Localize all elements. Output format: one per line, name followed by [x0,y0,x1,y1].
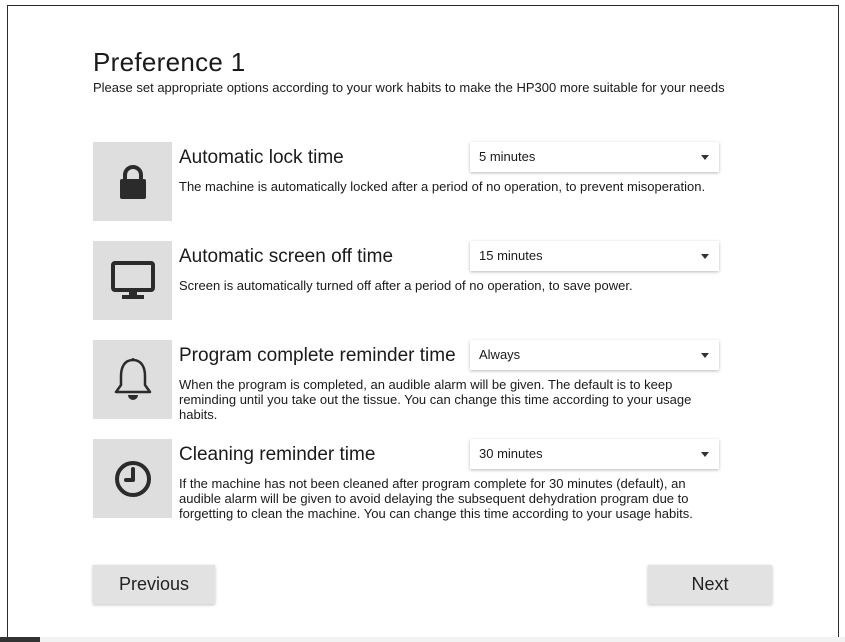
caret-down-icon [701,254,709,259]
clock-icon [113,459,153,499]
cleaning-reminder-time-select[interactable]: 30 minutes [470,439,719,469]
setting-title: Automatic screen off time [179,246,394,267]
setting-title: Cleaning reminder time [179,444,376,465]
page-subtitle: Please set appropriate options according… [93,80,725,95]
next-button[interactable]: Next [648,565,772,604]
setting-icon-box [93,340,172,419]
setting-title: Program complete reminder time [179,345,456,366]
select-value: 30 minutes [479,446,543,461]
bottom-taskbar-strip [0,637,845,642]
setting-description: Screen is automatically turned off after… [179,278,633,293]
caret-down-icon [701,452,709,457]
setting-icon-box [93,439,172,518]
previous-button[interactable]: Previous [93,565,215,604]
setting-icon-box [93,241,172,320]
select-value: Always [479,347,521,362]
program-complete-reminder-time-select[interactable]: Always [470,340,719,370]
setting-description: If the machine has not been cleaned afte… [179,476,693,521]
caret-down-icon [701,155,709,160]
setting-icon-box [93,142,172,221]
app-window [7,5,839,642]
automatic-lock-time-select[interactable]: 5 minutes [470,142,719,172]
select-value: 15 minutes [479,248,543,263]
select-value: 5 minutes [479,149,536,164]
lock-icon [118,164,148,200]
automatic-screen-off-time-select[interactable]: 15 minutes [470,241,719,271]
setting-description: When the program is completed, an audibl… [179,377,692,422]
setting-description: The machine is automatically locked afte… [179,179,706,194]
taskbar-edge [0,637,40,642]
setting-title: Automatic lock time [179,147,344,168]
bell-icon [112,357,154,403]
page-title: Preference 1 [93,47,246,77]
monitor-icon [110,260,155,301]
caret-down-icon [701,353,709,358]
